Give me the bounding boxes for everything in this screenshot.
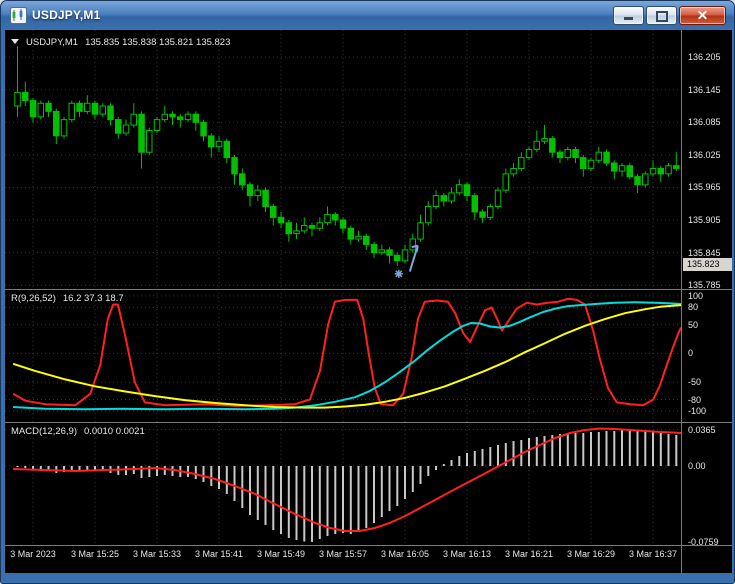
window-title: USDJPY,M1 <box>32 8 101 22</box>
macd-indicator-header: MACD(12,26,9) 0.0010 0.0021 <box>11 426 145 437</box>
macd-axis-label: -0.0759 <box>688 537 719 547</box>
app-icon <box>10 7 27 24</box>
price-axis-label: 135.785 <box>688 280 721 290</box>
title-bar[interactable]: USDJPY,M1 <box>1 1 734 30</box>
macd-indicator-values: 0.0010 0.0021 <box>84 426 145 437</box>
time-axis-label: 3 Mar 15:25 <box>70 549 120 559</box>
price-axis-label: 136.205 <box>688 52 721 62</box>
time-axis-label: 3 Mar 16:29 <box>566 549 616 559</box>
terminal-window: USDJPY,M1 USDJPY,M1 135.835 135.838 135.… <box>0 0 735 584</box>
symbol-dropdown-icon[interactable] <box>11 39 19 44</box>
r-indicator-name: R(9,26,52) <box>11 293 56 304</box>
time-axis-label: 3 Mar 15:57 <box>318 549 368 559</box>
price-axis-label: 135.965 <box>688 182 721 192</box>
symbol-label: USDJPY,M1 <box>26 37 79 48</box>
r-axis-label: -50 <box>688 377 702 387</box>
maximize-button[interactable] <box>646 6 677 25</box>
r-axis-label: 0 <box>688 348 694 358</box>
time-axis-label: 3 Mar 16:21 <box>504 549 554 559</box>
price-axis-label: 136.025 <box>688 150 721 160</box>
time-axis-label: 3 Mar 15:49 <box>256 549 306 559</box>
r-axis-label: -100 <box>688 406 707 416</box>
time-axis-label: 3 Mar 16:37 <box>628 549 678 559</box>
window-controls <box>613 6 726 25</box>
time-axis-label: 3 Mar 2023 <box>10 549 56 559</box>
r-indicator-values: 16.2 37.3 18.7 <box>62 293 124 304</box>
chart-ohlc-header: USDJPY,M1 135.835 135.838 135.821 135.82… <box>11 37 230 48</box>
macd-axis-label: 0.00 <box>688 461 706 471</box>
price-axis-label: 135.905 <box>688 215 721 225</box>
r-line-slow <box>12 304 681 409</box>
r-axis-label: 100 <box>688 291 704 301</box>
grid <box>5 30 681 289</box>
panel-separator[interactable] <box>5 289 732 290</box>
panel-separator[interactable] <box>5 422 732 423</box>
price-axis-label: 136.145 <box>688 85 721 95</box>
macd-histogram <box>16 429 678 542</box>
percent-r-indicator-chart[interactable] <box>5 289 681 422</box>
price-axis[interactable]: 135.823 136.205 136.145 136.085 136.025 135.… <box>681 30 732 573</box>
macd-signal-line <box>13 427 681 532</box>
r-axis-label: 80 <box>688 302 699 312</box>
minimize-icon <box>624 17 633 20</box>
r-axis-label: -80 <box>688 395 702 405</box>
star-marker-icon <box>394 269 403 278</box>
time-axis-label: 3 Mar 16:05 <box>380 549 430 559</box>
candlestick-chart[interactable] <box>5 30 681 289</box>
grid <box>5 289 681 422</box>
price-axis-label: 136.085 <box>688 117 721 127</box>
minimize-button[interactable] <box>613 6 644 25</box>
macd-indicator-chart[interactable] <box>5 422 681 545</box>
price-axis-label: 135.845 <box>688 248 721 258</box>
r-axis-label: 50 <box>688 320 699 330</box>
time-axis-label: 3 Mar 15:41 <box>194 549 244 559</box>
time-axis-label: 3 Mar 16:13 <box>442 549 492 559</box>
candles <box>14 46 680 267</box>
close-button[interactable] <box>679 6 726 25</box>
macd-indicator-name: MACD(12,26,9) <box>11 426 77 437</box>
chart-area: USDJPY,M1 135.835 135.838 135.821 135.82… <box>5 30 732 573</box>
time-axis[interactable]: 3 Mar 2023 3 Mar 15:25 3 Mar 15:33 3 Mar 15… <box>5 545 681 573</box>
r-indicator-header: R(9,26,52) 16.2 37.3 18.7 <box>11 293 124 304</box>
r-line-mid <box>13 301 681 411</box>
ohlc-values: 135.835 135.838 135.821 135.823 <box>85 37 231 48</box>
maximize-icon <box>656 11 668 22</box>
time-axis-label: 3 Mar 15:33 <box>132 549 182 559</box>
macd-axis-label: 0.0365 <box>688 425 716 435</box>
current-price-tag: 135.823 <box>683 258 732 271</box>
